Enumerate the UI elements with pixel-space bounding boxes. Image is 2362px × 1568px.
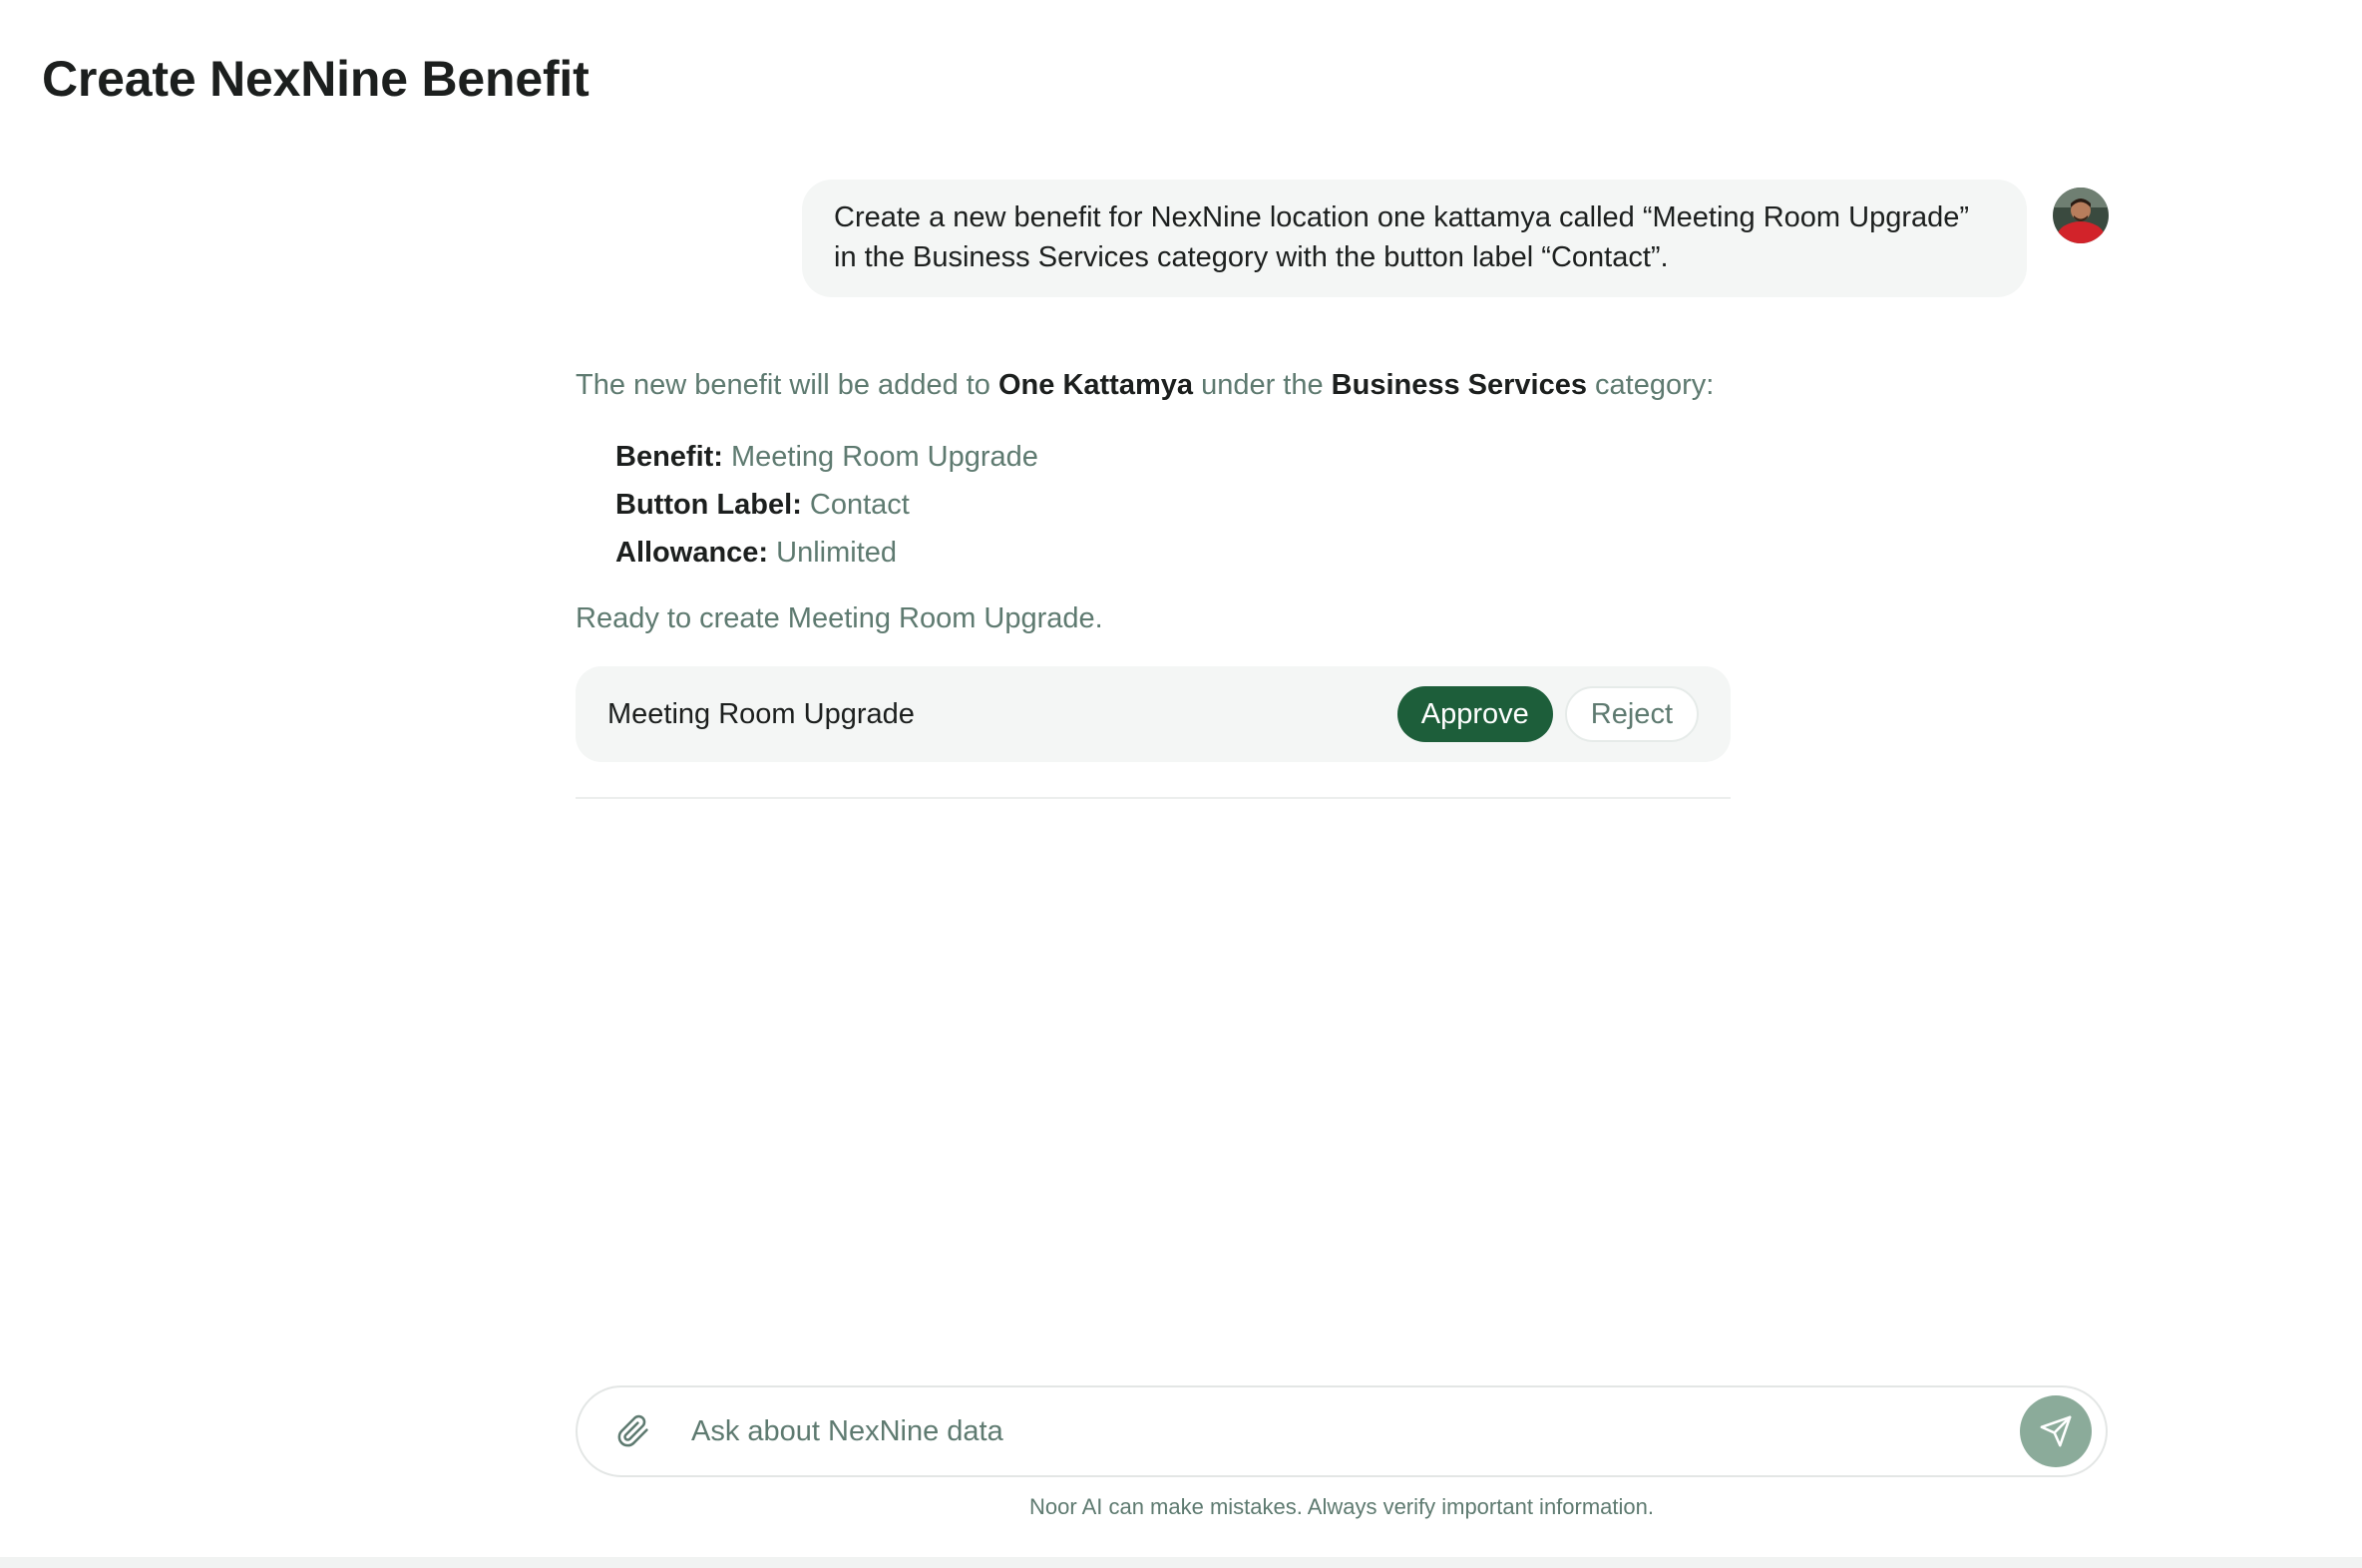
paperclip-icon [617,1414,648,1447]
send-button[interactable] [2020,1395,2092,1467]
attach-button[interactable] [603,1401,663,1461]
send-icon [2040,1415,2072,1447]
ready-text: Ready to create Meeting Room Upgrade. [576,602,1103,634]
intro-suffix: category: [1587,369,1715,401]
detail-value: Unlimited [776,537,898,569]
detail-value: Contact [809,489,910,521]
approve-button[interactable]: Approve [1396,686,1553,742]
approval-card-title: Meeting Room Upgrade [607,697,915,730]
assistant-intro: The new benefit will be added to One Kat… [576,361,1731,409]
intro-prefix: The new benefit will be added to [576,369,998,401]
detail-button-label: Button Label: Contact [615,481,1731,529]
intro-middle: under the [1193,369,1332,401]
detail-key: Button Label: [615,489,802,521]
benefit-details-list: Benefit: Meeting Room Upgrade Button Lab… [576,433,1731,577]
approval-buttons: Approve Reject [1396,686,1699,742]
chat-composer [576,1385,2108,1477]
user-message-bubble: Create a new benefit for NexNine locatio… [802,180,2027,297]
assistant-message: The new benefit will be added to One Kat… [576,361,1731,762]
detail-allowance: Allowance: Unlimited [615,529,1731,577]
bottom-edge [0,1557,2362,1568]
reject-button[interactable]: Reject [1564,686,1699,742]
detail-value: Meeting Room Upgrade [731,441,1038,473]
detail-key: Benefit: [615,441,723,473]
page-title: Create NexNine Benefit [42,51,590,107]
disclaimer-text: Noor AI can make mistakes. Always verify… [1028,1494,1654,1519]
avatar-image [2053,188,2109,243]
detail-benefit: Benefit: Meeting Room Upgrade [615,433,1731,481]
approval-card: Meeting Room Upgrade Approve Reject [576,666,1731,762]
user-avatar[interactable] [2053,188,2109,243]
user-message-row: Create a new benefit for NexNine locatio… [802,180,2109,297]
divider [576,797,1731,799]
category-name: Business Services [1331,369,1587,401]
detail-key: Allowance: [615,537,769,569]
location-name: One Kattamya [998,369,1194,401]
chat-input[interactable] [689,1400,2020,1462]
